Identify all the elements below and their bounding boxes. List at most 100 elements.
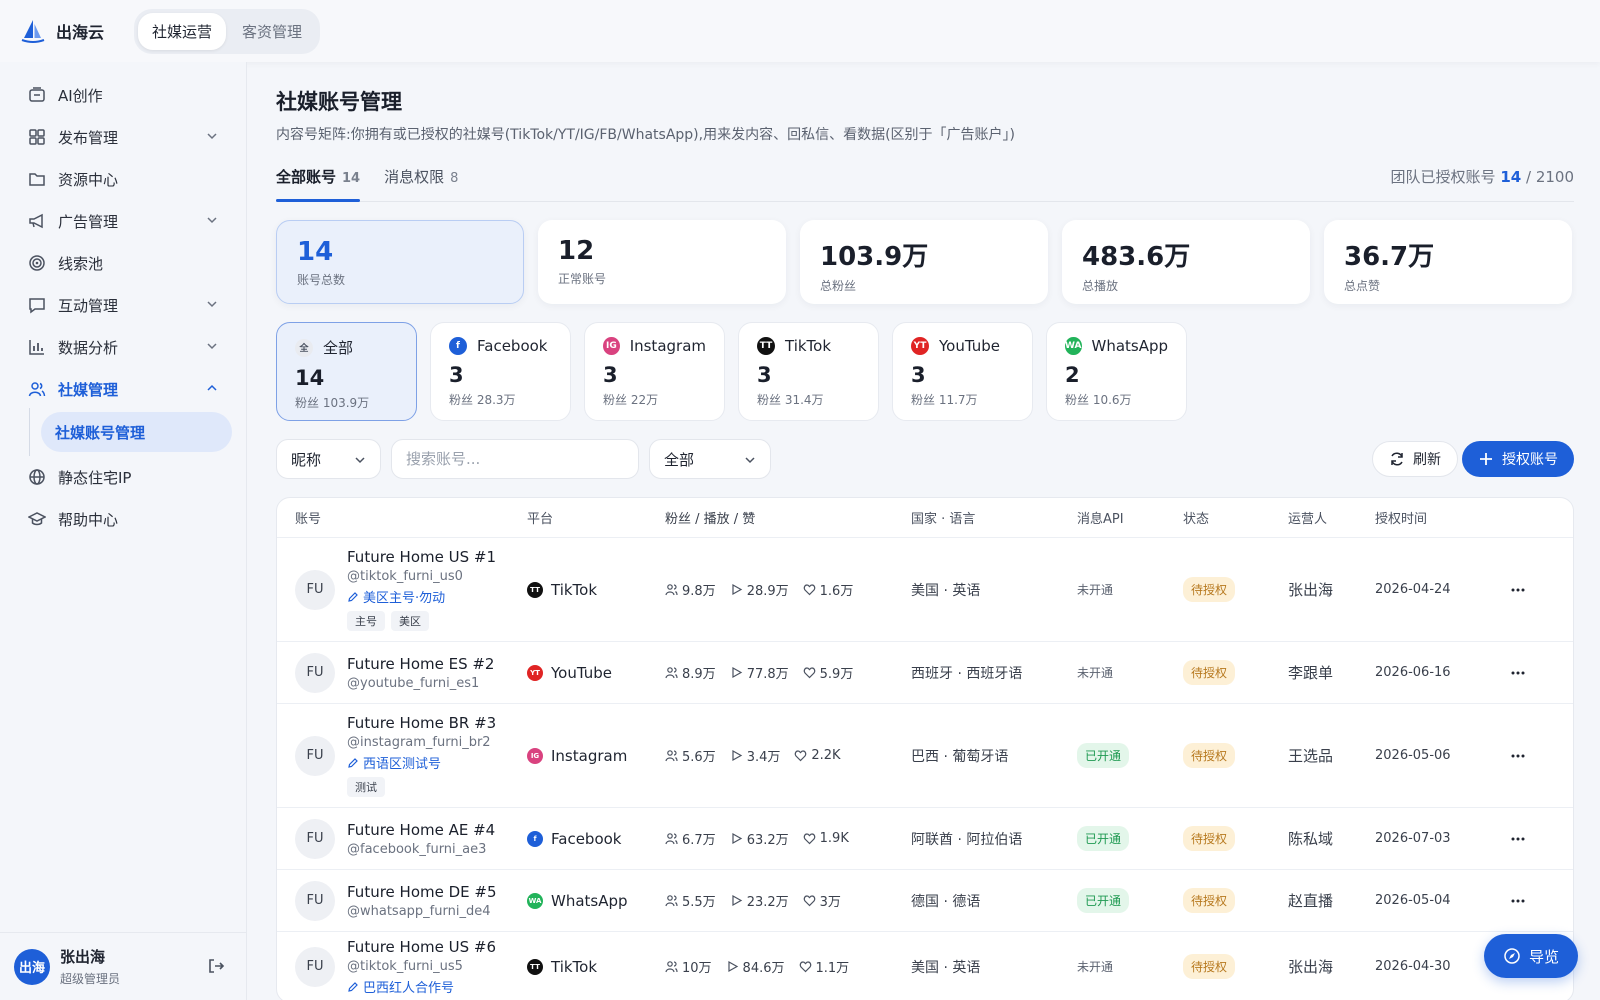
platform-fans: 粉丝 103.9万 xyxy=(295,396,370,410)
sidebar-item-0[interactable]: AI创作 xyxy=(0,74,246,116)
col-operator: 运营人 xyxy=(1288,512,1328,527)
auth-date: 2026-06-16 xyxy=(1375,665,1451,680)
platform-count: 14 xyxy=(295,366,325,390)
user-name: 张出海 xyxy=(60,948,106,966)
platform-badge-icon: 全 xyxy=(295,338,313,357)
stat-value: 483.6万 xyxy=(1082,242,1191,272)
account-name[interactable]: Future Home DE #5 xyxy=(347,883,497,901)
platform-card[interactable]: TT TikTok 3 粉丝 31.4万 xyxy=(738,322,879,421)
tab-all-accounts[interactable]: 全部账号 14 xyxy=(276,166,361,202)
table-row[interactable]: FU Future Home ES #2 @youtube_furni_es1 YT Y… xyxy=(277,642,1573,704)
platform-card[interactable]: f Facebook 3 粉丝 28.3万 xyxy=(430,322,571,421)
edit-icon xyxy=(348,981,358,992)
heart-icon xyxy=(803,833,815,845)
sidebar-item-6[interactable]: 数据分析 xyxy=(0,326,246,368)
platform-card[interactable]: YT YouTube 3 粉丝 11.7万 xyxy=(892,322,1033,421)
more-icon[interactable] xyxy=(1510,665,1526,681)
sidebar-item-1[interactable]: 发布管理 xyxy=(0,116,246,158)
users-icon xyxy=(665,833,678,845)
plays-count: 23.2万 xyxy=(746,895,789,910)
stat-label: 账号总数 xyxy=(297,273,346,287)
search-field-select[interactable]: 昵称 xyxy=(276,439,381,479)
tab-message-permission[interactable]: 消息权限 8 xyxy=(384,166,458,201)
sidebar-item-8[interactable]: 静态住宅IP xyxy=(0,456,246,498)
stat-card[interactable]: 36.7万 总点赞 xyxy=(1324,220,1572,304)
fans-count: 8.9万 xyxy=(682,667,716,682)
account-handle: @instagram_furni_br2 xyxy=(347,735,491,750)
sail-logo-icon xyxy=(21,20,45,43)
account-note[interactable]: 西语区测试号 xyxy=(347,753,496,772)
chevron-down-icon xyxy=(207,133,217,140)
table-row[interactable]: FU Future Home BR #3 @instagram_furni_br2 西… xyxy=(277,704,1573,808)
account-avatar: FU xyxy=(295,880,335,921)
table-row[interactable]: FU Future Home US #1 @tiktok_furni_us0 美区主号… xyxy=(277,538,1573,642)
mode-leads[interactable]: 客资管理 xyxy=(228,13,316,50)
sidebar-item-5[interactable]: 互动管理 xyxy=(0,284,246,326)
platform-card[interactable]: WA WhatsApp 2 粉丝 10.6万 xyxy=(1046,322,1187,421)
play-icon xyxy=(732,894,742,907)
table-row[interactable]: FU Future Home AE #4 @facebook_furni_ae3 f F… xyxy=(277,808,1573,870)
account-handle: @youtube_furni_es1 xyxy=(347,675,480,691)
mode-social[interactable]: 社媒运营 xyxy=(138,12,227,50)
account-name[interactable]: Future Home AE #4 xyxy=(347,821,495,839)
plays-count: 84.6万 xyxy=(742,961,785,976)
avatar[interactable]: 出海 xyxy=(14,948,50,985)
platform-badge-icon: YT xyxy=(527,664,543,681)
account-name[interactable]: Future Home ES #2 xyxy=(347,655,494,673)
sidebar-item-2[interactable]: 资源中心 xyxy=(0,158,246,200)
operator-name: 李跟单 xyxy=(1288,664,1334,682)
stat-value: 12 xyxy=(558,236,595,266)
stat-card[interactable]: 12 正常账号 xyxy=(538,220,786,304)
fans-count: 6.7万 xyxy=(682,833,716,848)
page-title: 社媒账号管理 xyxy=(276,90,402,114)
account-name[interactable]: Future Home BR #3 xyxy=(347,714,496,732)
app-logo[interactable]: 出海云 xyxy=(20,18,104,44)
platform-fans: 粉丝 31.4万 xyxy=(757,393,824,407)
platform-card[interactable]: 全全部 14 粉丝 103.9万 xyxy=(276,322,417,421)
platform-count: 3 xyxy=(911,363,926,387)
refresh-button[interactable]: 刷新 xyxy=(1372,441,1458,477)
country-language: 美国 · 英语 xyxy=(911,582,981,599)
platform-card[interactable]: IG Instagram 3 粉丝 22万 xyxy=(584,322,725,421)
sidebar-subitem-social-accounts[interactable]: 社媒账号管理 xyxy=(29,408,232,456)
more-icon[interactable] xyxy=(1510,893,1526,909)
col-locale: 国家 · 语言 xyxy=(911,512,976,527)
account-note[interactable]: 巴西红人合作号 xyxy=(347,977,496,996)
top-bar: 出海云 社媒运营 客资管理 xyxy=(0,0,1600,62)
sidebar-item-3[interactable]: 广告管理 xyxy=(0,200,246,242)
account-note[interactable]: 美区主号·勿动 xyxy=(347,587,496,606)
sidebar-item-label: 数据分析 xyxy=(58,338,119,357)
authorize-account-button[interactable]: 授权账号 xyxy=(1462,441,1574,477)
logout-icon[interactable] xyxy=(207,957,225,975)
search-input[interactable] xyxy=(391,439,639,479)
platform-cards: 全全部 14 粉丝 103.9万 f Facebook 3 粉丝 28.3万 IG Instag… xyxy=(276,322,1574,421)
guide-button[interactable]: 导览 xyxy=(1484,934,1578,978)
likes-count: 1.9K xyxy=(819,831,849,846)
sidebar-item-label: 发布管理 xyxy=(58,128,119,147)
more-icon[interactable] xyxy=(1510,582,1526,598)
platform-select[interactable]: 全部 xyxy=(649,439,771,479)
sidebar-item-label: 互动管理 xyxy=(58,296,119,315)
stat-card[interactable]: 103.9万 总粉丝 xyxy=(800,220,1048,304)
platform-count: 3 xyxy=(603,363,618,387)
table-row[interactable]: FU Future Home DE #5 @whatsapp_furni_de4 WA… xyxy=(277,870,1573,932)
sidebar-nav: AI创作发布管理资源中心广告管理线索池互动管理数据分析社媒管理 社媒账号管理 静态住… xyxy=(0,62,246,540)
plays-count: 28.9万 xyxy=(746,584,789,599)
sidebar-item-label: 广告管理 xyxy=(58,212,119,231)
auth-date: 2026-04-24 xyxy=(1375,582,1451,597)
account-name[interactable]: Future Home US #6 xyxy=(347,938,496,956)
more-icon[interactable] xyxy=(1510,748,1526,764)
sidebar-item-7[interactable]: 社媒管理 xyxy=(0,368,246,410)
stat-value: 103.9万 xyxy=(820,242,929,272)
stat-card[interactable]: 14 账号总数 xyxy=(276,220,524,304)
sidebar-item-4[interactable]: 线索池 xyxy=(0,242,246,284)
table-row[interactable]: FU Future Home US #6 @tiktok_furni_us5 巴西红人… xyxy=(277,932,1573,1000)
sidebar-item-9[interactable]: 帮助中心 xyxy=(0,498,246,540)
api-status: 未开通 xyxy=(1077,960,1114,974)
stat-card[interactable]: 483.6万 总播放 xyxy=(1062,220,1310,304)
play-icon xyxy=(732,832,742,845)
auth-date: 2026-05-06 xyxy=(1375,748,1451,763)
account-name[interactable]: Future Home US #1 xyxy=(347,548,496,566)
fans-count: 5.5万 xyxy=(682,895,716,910)
more-icon[interactable] xyxy=(1510,831,1526,847)
